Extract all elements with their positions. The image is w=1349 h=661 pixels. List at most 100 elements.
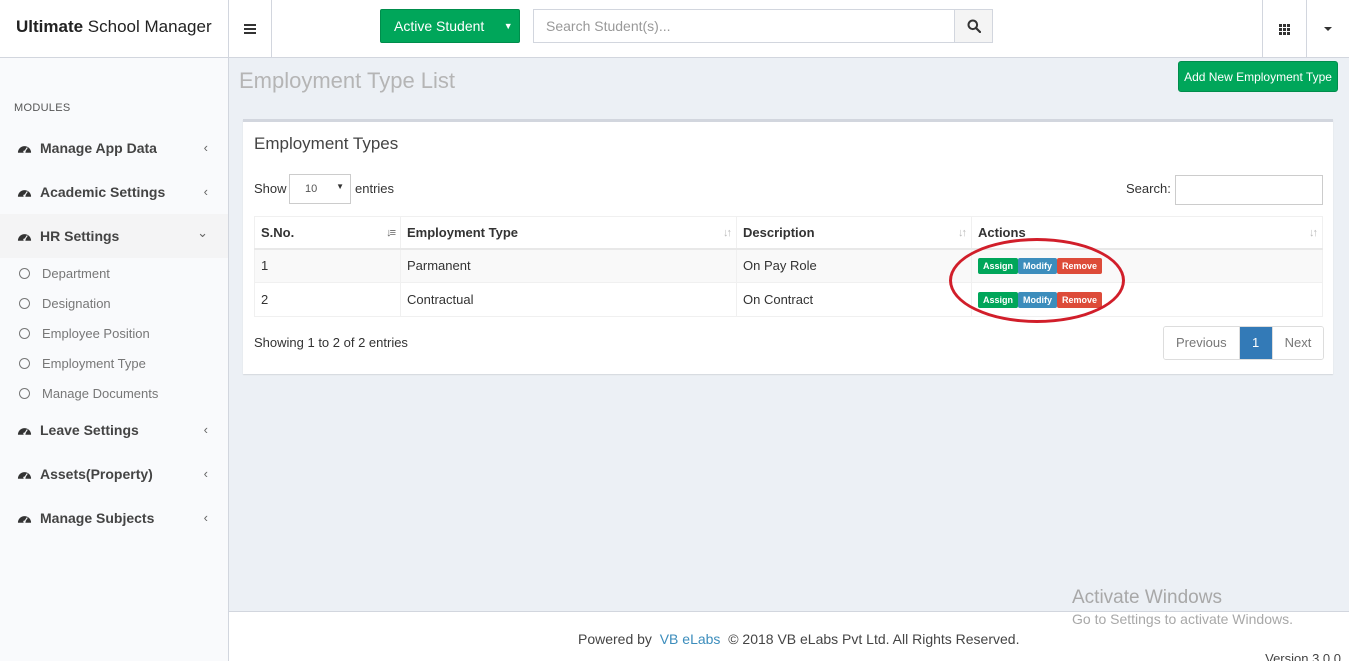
sidebar-toggle-button[interactable] (229, 0, 272, 58)
sort-icon: ↓↑ (1309, 227, 1318, 239)
dashboard-icon (17, 190, 32, 197)
student-search (533, 9, 993, 43)
apps-grid-icon (1279, 23, 1290, 35)
activate-windows-watermark: Activate Windows Go to Settings to activ… (1072, 587, 1293, 627)
watermark-line2: Go to Settings to activate Windows. (1072, 611, 1293, 627)
menu-icon (244, 24, 256, 34)
sidebar-item-hr-settings[interactable]: HR Settings ⌄ (0, 214, 228, 258)
sidebar-item-label: Manage App Data (40, 140, 157, 156)
assign-button[interactable]: Assign (978, 292, 1019, 308)
sidebar-item-label: Manage Subjects (40, 510, 155, 526)
chevron-left-icon: ‹ (203, 184, 208, 199)
sort-icon: ↓↑ (958, 227, 967, 239)
app-logo[interactable]: Ultimate School Manager (0, 0, 229, 58)
dashboard-icon (17, 428, 32, 435)
column-header-description[interactable]: Description ↓↑ (736, 216, 972, 250)
search-button[interactable] (955, 10, 992, 42)
dashboard-icon (17, 146, 32, 153)
chevron-left-icon: ‹ (203, 140, 208, 155)
sidebar-item-assets-property[interactable]: Assets(Property) ‹ (0, 452, 228, 496)
table-row: 1 Parmanent On Pay Role Assign Modify Remo… (254, 248, 1323, 283)
add-employment-type-button[interactable]: Add New Employment Type (1178, 61, 1338, 92)
sidebar-item-academic-settings[interactable]: Academic Settings ‹ (0, 170, 228, 214)
active-student-label: Active Student (394, 18, 485, 34)
modify-button[interactable]: Modify (1018, 292, 1058, 308)
sidebar-item-label: Assets(Property) (40, 466, 153, 482)
footer-credits: Powered by VB eLabs © 2018 VB eLabs Pvt … (578, 631, 1019, 647)
active-student-dropdown[interactable]: Active Student ▼ (380, 9, 520, 43)
show-label: Show (254, 181, 287, 196)
cell-sno: 2 (254, 282, 401, 317)
select-arrow-icon: ▼ (336, 182, 344, 191)
version-text: Version 3.0.0 (1265, 651, 1341, 661)
sidebar-item-label: Academic Settings (40, 184, 166, 200)
circle-icon (19, 327, 30, 339)
sidebar-item-manage-subjects[interactable]: Manage Subjects ‹ (0, 496, 228, 540)
sidebar-item-label: HR Settings (40, 228, 120, 244)
sidebar-subitem-employee-position[interactable]: Employee Position (0, 318, 228, 348)
modify-button[interactable]: Modify (1018, 258, 1058, 275)
entries-label: entries (355, 181, 395, 196)
circle-icon (19, 387, 30, 399)
sidebar-subitem-label: Department (42, 265, 110, 281)
caret-down-icon[interactable]: ▼ (497, 21, 519, 31)
apps-menu-button[interactable] (1262, 0, 1307, 58)
circle-icon (19, 357, 30, 369)
column-header-actions[interactable]: Actions ↓↑ (971, 216, 1323, 250)
sidebar-subitem-manage-documents[interactable]: Manage Documents (0, 378, 228, 408)
previous-page-button[interactable]: Previous (1164, 327, 1240, 359)
entries-per-page-select[interactable]: 10 ▼ (289, 174, 351, 204)
brand-bold: Ultimate (16, 17, 84, 36)
pagination: Previous 1 Next (1163, 326, 1325, 360)
page-1-button[interactable]: 1 (1239, 327, 1272, 359)
circle-icon (19, 267, 30, 279)
sidebar-subitem-label: Manage Documents (42, 385, 159, 401)
sidebar-subitem-label: Employment Type (42, 355, 146, 371)
chevron-left-icon: ‹ (203, 466, 208, 481)
table-search-input[interactable] (1175, 175, 1323, 205)
sort-icon: ↓↑ (723, 227, 732, 239)
cell-description: On Contract (736, 282, 972, 317)
sort-asc-icon: ↓≡ (386, 227, 396, 239)
circle-icon (19, 297, 30, 309)
chevron-left-icon: ‹ (203, 422, 208, 437)
sidebar-header: MODULES (14, 102, 71, 114)
dashboard-icon (17, 472, 32, 479)
watermark-line1: Activate Windows (1072, 587, 1222, 608)
cell-actions: Assign Modify Remove (971, 282, 1323, 317)
remove-button[interactable]: Remove (1057, 258, 1103, 275)
employment-types-box: Employment Types Show 10 ▼ entries Searc… (243, 119, 1333, 374)
column-header-sno[interactable]: S.No. ↓≡ (254, 216, 401, 250)
sidebar-item-manage-app-data[interactable]: Manage App Data ‹ (0, 126, 228, 170)
caret-down-icon (1324, 27, 1332, 31)
sidebar-subitem-designation[interactable]: Designation (0, 288, 228, 318)
copyright-text: © 2018 VB eLabs Pvt Ltd. All Rights Rese… (728, 631, 1020, 647)
entries-select-value: 10 (305, 183, 318, 195)
table-search-label: Search: (1126, 181, 1171, 196)
company-link[interactable]: VB eLabs (660, 631, 721, 647)
sidebar-subitem-label: Employee Position (42, 325, 150, 341)
box-title: Employment Types (254, 134, 399, 153)
sidebar-item-label: Leave Settings (40, 422, 139, 438)
dashboard-icon (17, 234, 32, 241)
next-page-button[interactable]: Next (1271, 327, 1324, 359)
dashboard-icon (17, 516, 32, 523)
user-menu-toggle[interactable] (1307, 0, 1349, 58)
column-header-employment-type[interactable]: Employment Type ↓↑ (400, 216, 737, 250)
student-search-input[interactable] (534, 10, 955, 42)
search-icon (967, 19, 981, 33)
sidebar: MODULES Manage App Data ‹ Academic Setti… (0, 58, 229, 661)
sidebar-subitem-department[interactable]: Department (0, 258, 228, 288)
sidebar-subitem-employment-type[interactable]: Employment Type (0, 348, 228, 378)
table-row: 2 Contractual On Contract Assign Modify Re… (254, 282, 1323, 317)
assign-button[interactable]: Assign (978, 258, 1019, 275)
chevron-left-icon: ‹ (203, 510, 208, 525)
cell-actions: Assign Modify Remove (971, 248, 1323, 283)
page-title: Employment Type List (239, 68, 456, 93)
cell-employment-type: Parmanent (400, 248, 737, 283)
sidebar-item-leave-settings[interactable]: Leave Settings ‹ (0, 408, 228, 452)
remove-button[interactable]: Remove (1057, 292, 1103, 308)
table-info: Showing 1 to 2 of 2 entries (254, 335, 408, 350)
powered-by-text: Powered by (578, 631, 652, 647)
cell-sno: 1 (254, 248, 401, 283)
